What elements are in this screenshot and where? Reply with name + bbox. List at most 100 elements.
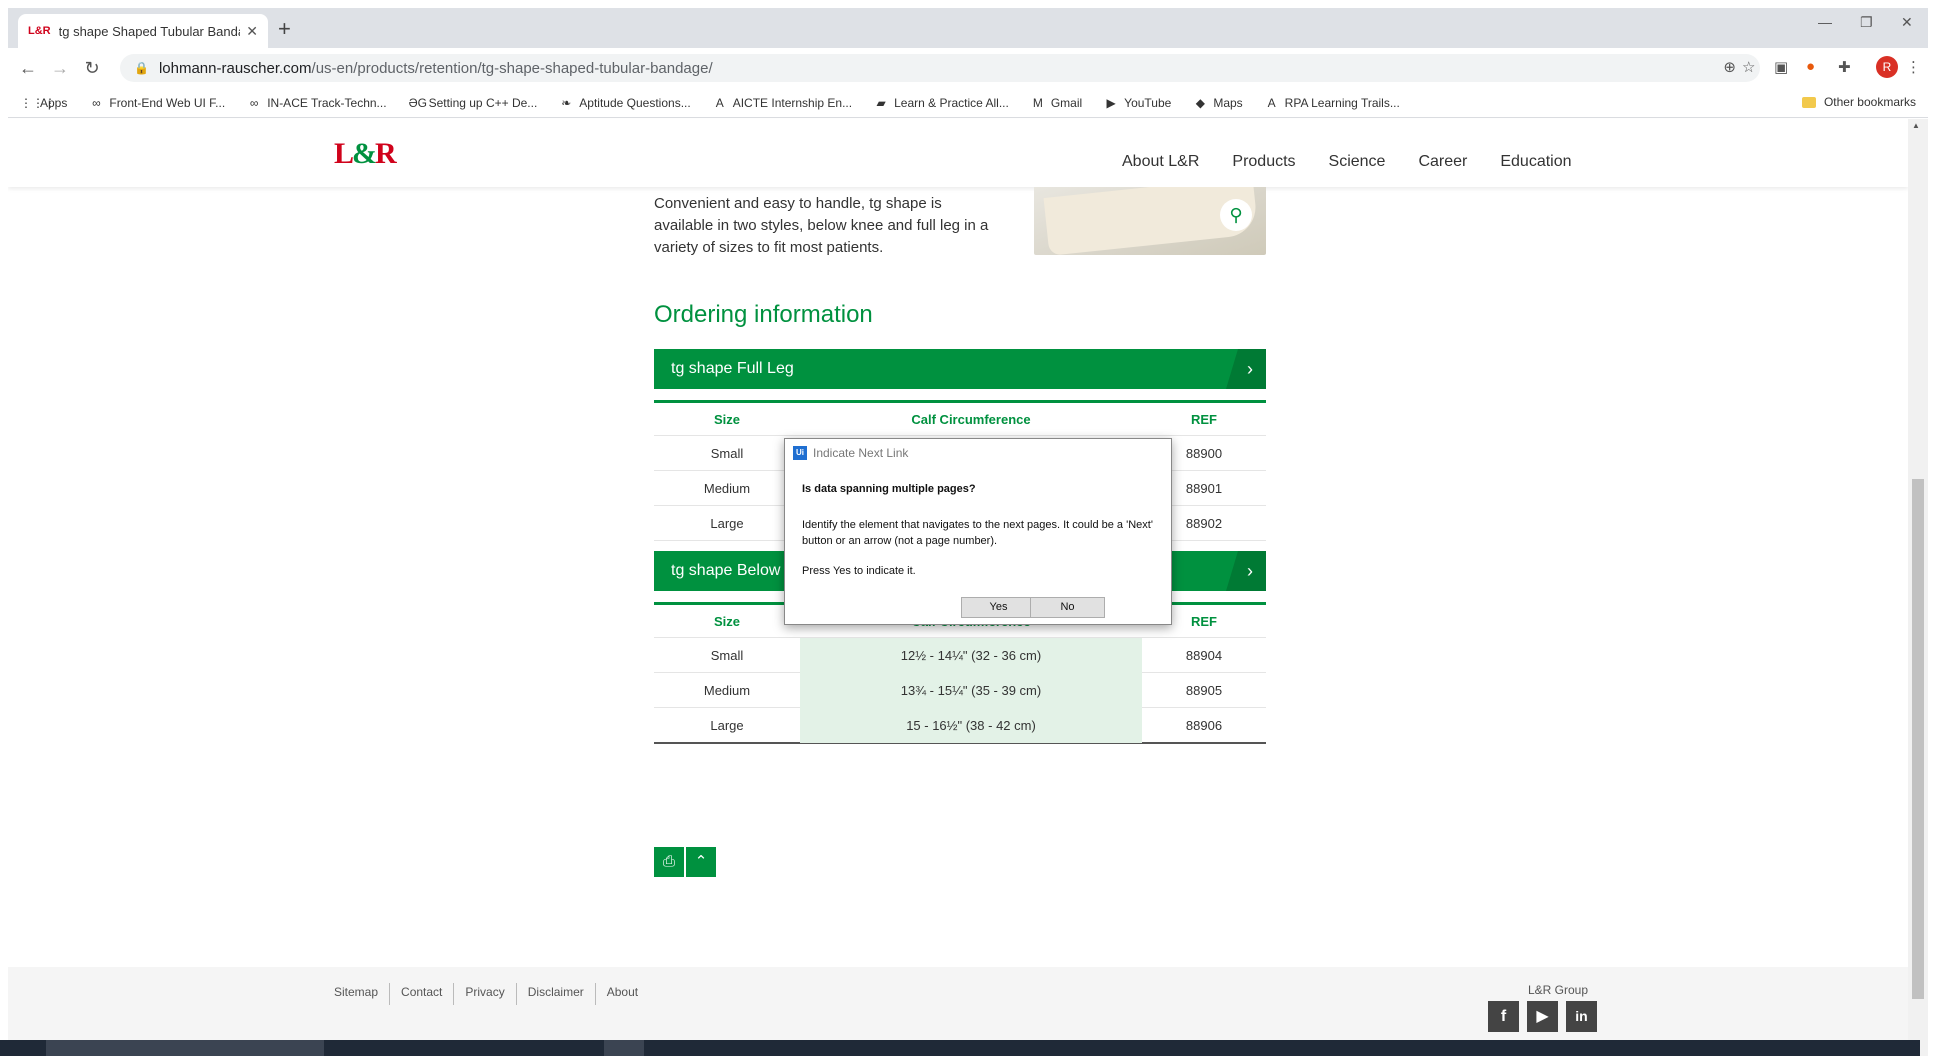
footer-link[interactable]: Privacy [454,983,517,1005]
calf-header: Calf Circumference [911,411,1031,427]
bookmark-label: Gmail [1050,95,1083,110]
bookmark-item[interactable]: ⋮⋮⋮ Apps [20,96,67,110]
menu-dots-icon[interactable]: ⋮ [1906,58,1921,76]
calf-cell: 12½ - 14¼" (32 - 36 cm) [800,637,1142,673]
footer-link[interactable]: Disclaimer [517,983,596,1005]
site-favicon-icon: L&R [28,25,51,37]
footer-link[interactable]: Contact [390,983,455,1005]
bookmark-item[interactable]: ∞ IN-ACE Track-Techn... [247,95,387,110]
ordering-info-title: Ordering information [654,301,873,328]
table-header: Size Calf Circumference REF [654,403,1266,435]
lr-logo[interactable]: L&R [334,137,397,171]
close-tab-icon[interactable]: ✕ [246,23,258,40]
dialog-message: Identify the element that navigates to t… [802,519,1153,547]
scroll-top-icon[interactable]: ⌃ [686,847,716,877]
scrollbar-thumb[interactable] [1912,479,1924,999]
rpa-icon: A [1267,95,1276,110]
nav-item[interactable]: Products [1232,153,1295,171]
calf-cell: 13¾ - 15¼" (35 - 39 cm) [800,672,1142,708]
facebook-icon[interactable]: f [1488,1001,1519,1032]
bookmark-item[interactable]: ◆ Maps [1193,95,1243,110]
browser-window: L&R tg shape Shaped Tubular Bandag ✕ + —… [8,8,1928,1056]
ref-cell: 88904 [1185,647,1223,663]
bookmark-item[interactable]: ▰ Learn & Practice All... [874,95,1008,110]
back-icon[interactable]: ← [12,58,44,79]
taskbar-search[interactable] [46,1040,324,1056]
close-window-icon[interactable]: ✕ [1901,14,1913,31]
chevron-right-icon: › [1226,551,1266,591]
nav-item[interactable]: Science [1329,153,1386,171]
youtube-icon: ▶ [1106,95,1116,110]
site-header: L&R About L&R Products Science Career Educat… [8,119,1908,187]
page-scrollbar[interactable]: ▲ ▼ [1908,119,1928,1056]
bookmark-label: IN-ACE Track-Techn... [267,95,387,110]
practice-icon: ▰ [876,95,886,110]
nav-item[interactable]: Career [1418,153,1467,171]
size-header: Size [713,411,740,427]
ref-header: REF [1191,411,1217,427]
gfg-icon: ƏG [408,95,427,110]
reload-icon[interactable]: ↻ [76,58,108,79]
size-cell: Small [710,647,744,663]
forward-icon[interactable]: → [44,58,76,79]
calf-cell: 15 - 16½" (38 - 42 cm) [800,707,1142,743]
dialog-titlebar: Ui Indicate Next Link [785,439,1171,467]
bookmark-item[interactable]: ❧ Aptitude Questions... [559,96,690,110]
browser-toolbar: ← → ↻ 🔒 lohmann-rauscher.com/us-en/produ… [8,48,1928,88]
bookmark-item[interactable]: M Gmail [1031,96,1082,110]
print-icon[interactable]: ⎙ [654,847,684,877]
no-button[interactable]: No [1030,597,1105,618]
bookmark-item[interactable]: ∞ Front-End Web UI F... [89,96,225,110]
extensions-puzzle-icon[interactable]: ✚ [1838,58,1851,76]
table-row: Medium 13¾ - 15¼" (35 - 39 cm) 88905 [654,672,1266,708]
footer-link[interactable]: About [596,983,649,1005]
bookmark-label: Aptitude Questions... [579,95,691,110]
lock-icon: 🔒 [134,61,149,75]
size-cell: Medium [703,480,751,496]
accordion-full-leg[interactable]: tg shape Full Leg › [654,349,1266,389]
bookmark-item[interactable]: A AICTE Internship En... [713,96,852,110]
indicate-next-link-dialog: Ui Indicate Next Link Is data spanning m… [784,438,1172,625]
zoom-magnifier-icon[interactable]: ⚲ [1220,199,1252,231]
bookmark-label: Front-End Web UI F... [109,95,226,110]
bookmark-item[interactable]: A RPA Learning Trails... [1265,96,1400,110]
uipath-logo-icon: Ui [793,446,807,460]
apps-icon: ⋮⋮⋮ [20,95,56,110]
tab-title: tg shape Shaped Tubular Bandag [58,23,241,39]
profile-avatar[interactable]: R [1876,56,1898,78]
browser-tab[interactable]: L&R tg shape Shaped Tubular Bandag ✕ [18,14,268,48]
yes-button[interactable]: Yes [961,597,1036,618]
address-bar[interactable]: 🔒 lohmann-rauscher.com/us-en/products/re… [120,54,1760,82]
bookmarks-bar: ⋮⋮⋮ Apps ∞ Front-End Web UI F... ∞ IN-ACE Tra… [8,88,1928,118]
url-path: /us-en/products/retention/tg-shape-shape… [311,59,713,77]
youtube-social-icon[interactable]: ▶ [1527,1001,1558,1032]
extension-fox-icon[interactable]: ● [1806,58,1815,75]
bookmark-item[interactable]: ▶ YouTube [1104,95,1172,110]
other-bookmarks-label: Other bookmarks [1823,95,1916,109]
minimize-icon[interactable]: — [1818,14,1832,30]
camera-icon[interactable]: ▣ [1774,58,1788,76]
nav-item[interactable]: Education [1500,153,1571,171]
accordion-full-leg-label: tg shape Full Leg [671,360,794,377]
bookmark-label: Apps [40,95,68,110]
bookmark-star-icon[interactable]: ☆ [1742,58,1755,76]
footer-link[interactable]: Sitemap [334,983,391,1005]
nav-item[interactable]: About L&R [1122,153,1199,171]
dialog-question: Is data spanning multiple pages? [802,483,976,495]
linkedin-icon[interactable]: in [1566,1001,1597,1032]
restore-icon[interactable]: ❐ [1860,14,1873,31]
bookmark-label: Maps [1213,95,1243,110]
taskbar-app[interactable] [604,1040,644,1056]
maps-icon: ◆ [1195,95,1205,110]
size-cell: Medium [703,682,751,698]
scroll-up-icon[interactable]: ▲ [1912,121,1920,130]
folder-icon [1801,96,1816,108]
bookmark-label: YouTube [1124,95,1172,110]
bookmark-label: AICTE Internship En... [732,95,853,110]
new-tab-icon[interactable]: + [278,16,291,42]
lr-group-label: L&R Group [1528,983,1589,997]
main-nav: About L&R Products Science Career Education [1122,153,1605,171]
size-cell: Small [710,445,744,461]
bookmark-item[interactable]: ƏG Setting up C++ De... [409,96,538,110]
other-bookmarks[interactable]: Other bookmarks [1801,95,1916,109]
